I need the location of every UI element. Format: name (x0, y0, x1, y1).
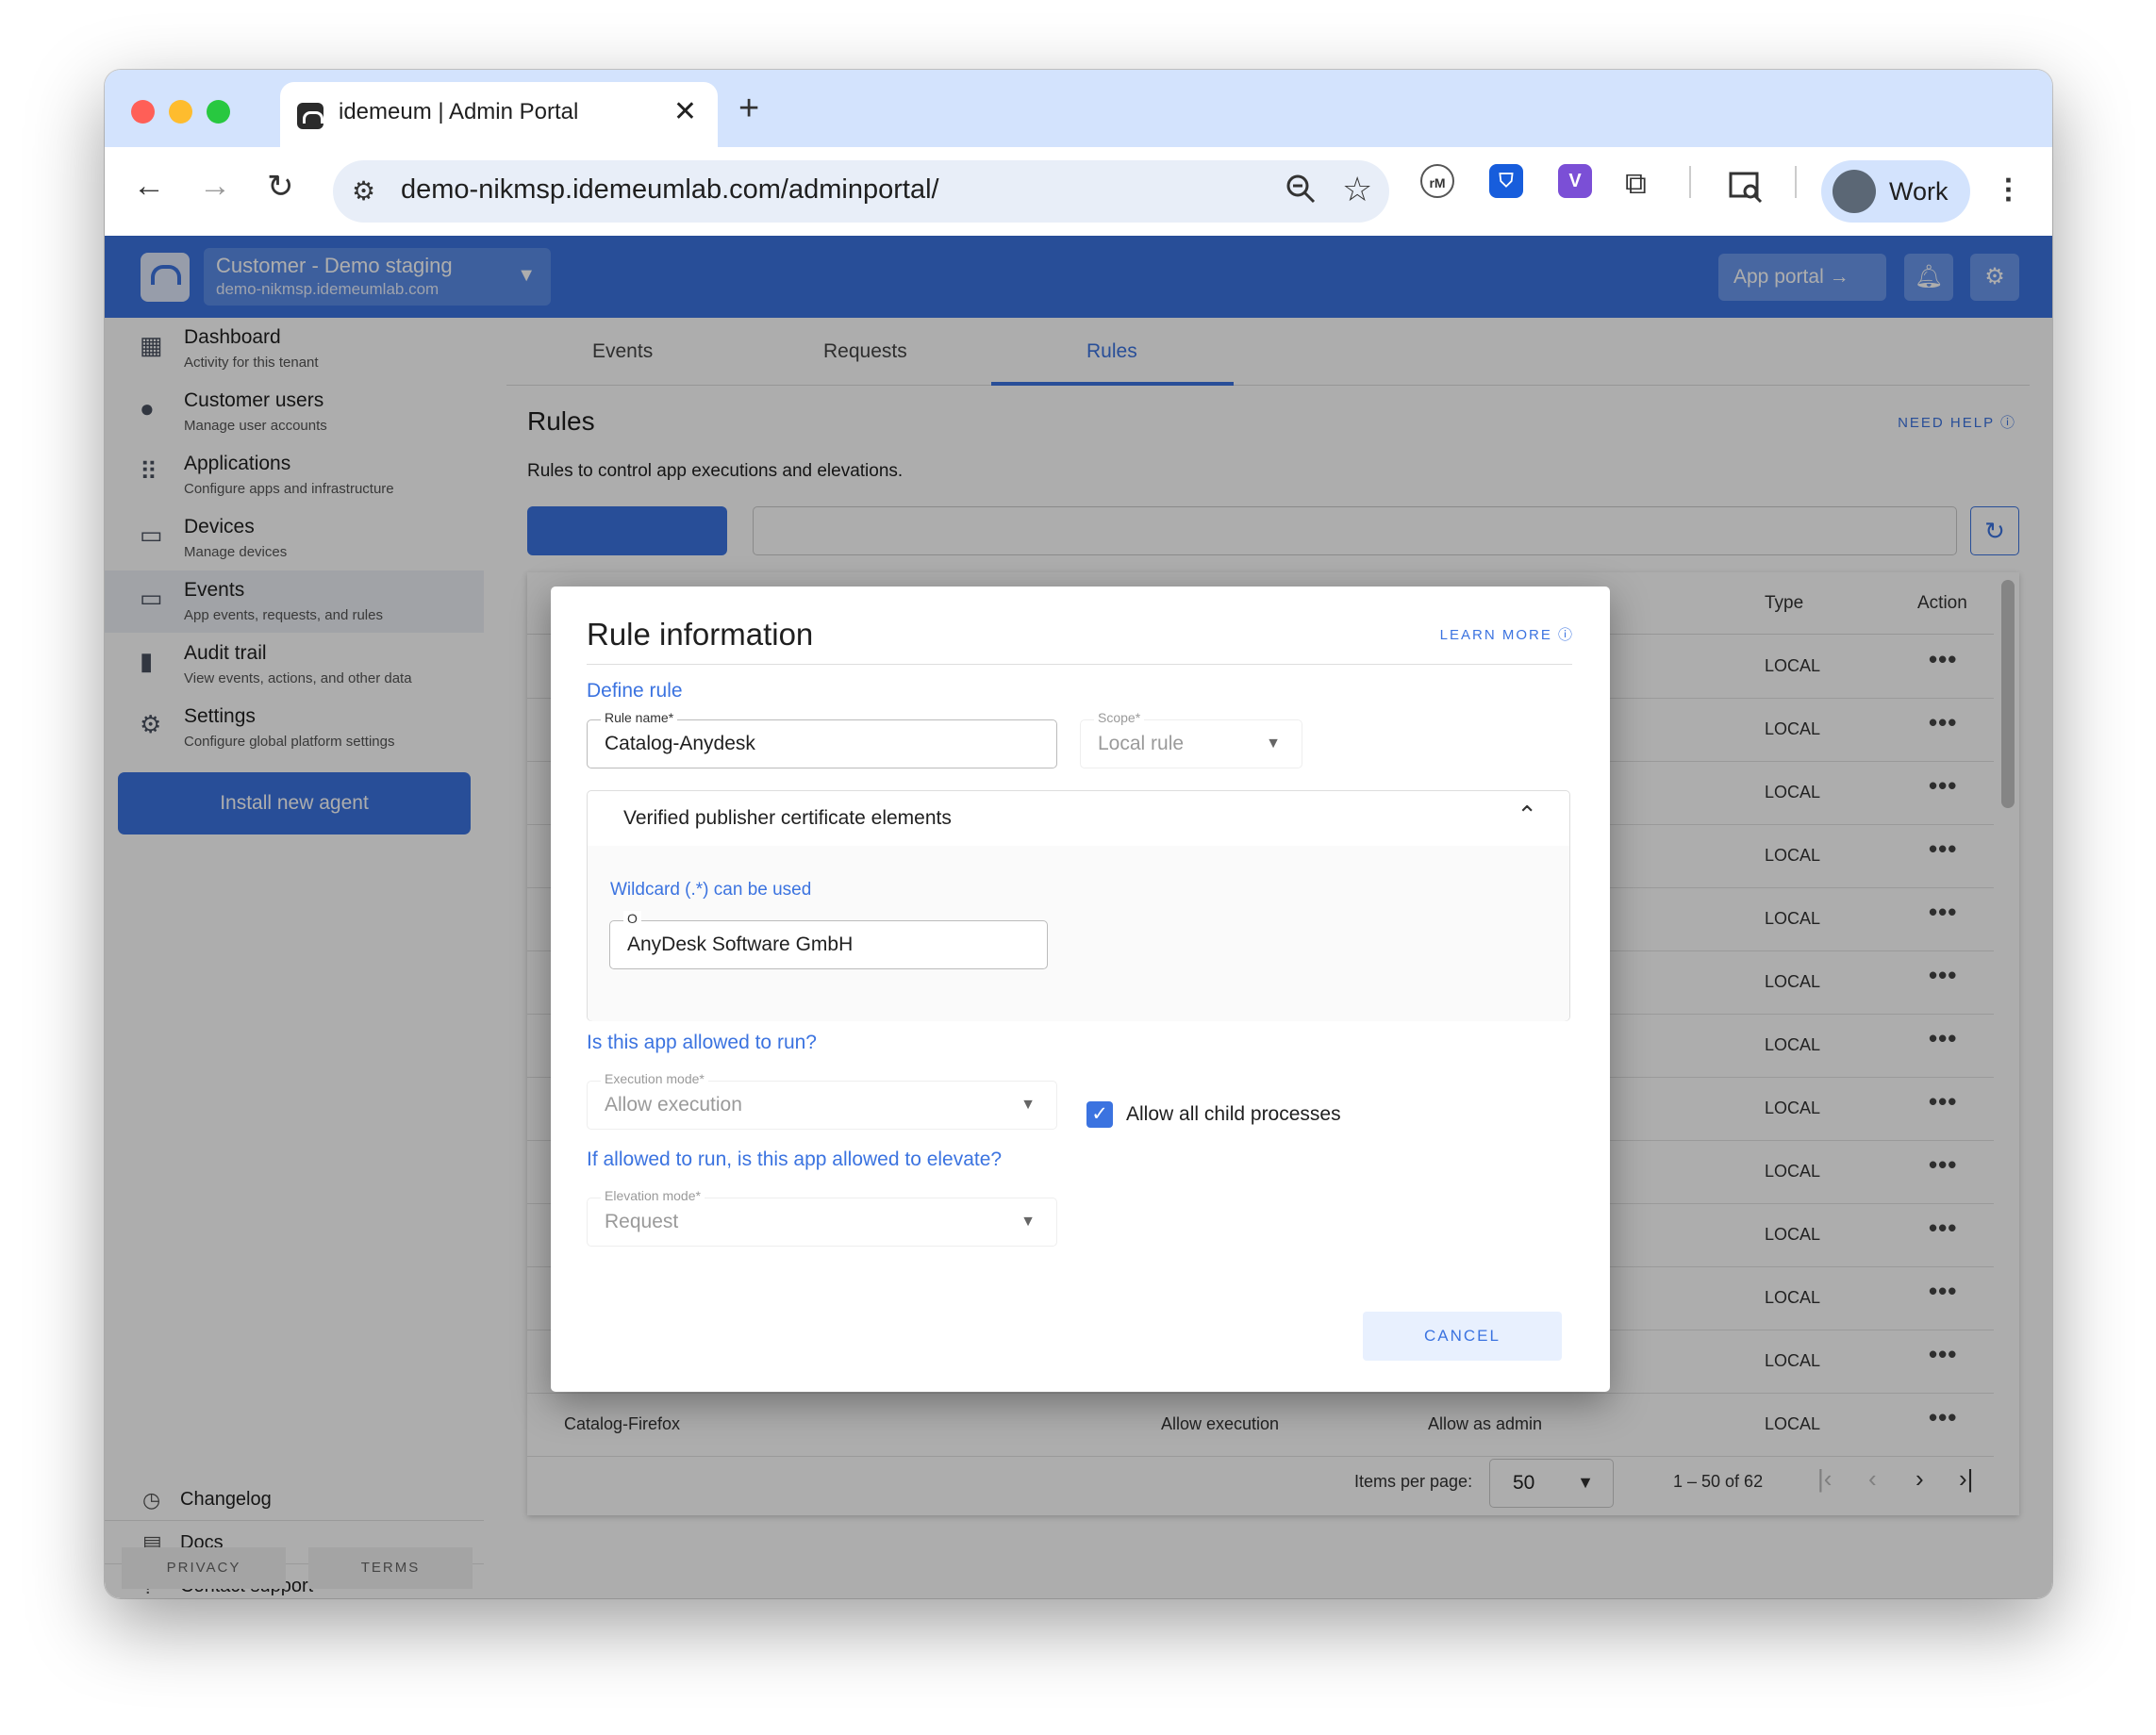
organization-field[interactable]: O AnyDesk Software GmbH (609, 911, 1048, 969)
close-window-button[interactable] (131, 100, 155, 124)
rule-name-label: Rule name* (601, 710, 678, 725)
wildcard-note: Wildcard (.*) can be used (610, 880, 812, 900)
rule-information-dialog: Rule information LEARN MORE ⓘ Define rul… (551, 587, 1610, 1392)
organization-value[interactable]: AnyDesk Software GmbH (627, 934, 853, 956)
toolbar-divider (1689, 166, 1691, 198)
chevron-down-icon: ▼ (1266, 735, 1281, 752)
v-extension-icon[interactable]: V (1558, 164, 1592, 198)
toolbar-divider (1795, 166, 1797, 198)
rule-name-value[interactable]: Catalog-Anydesk (605, 733, 755, 755)
zoom-icon[interactable] (1285, 172, 1318, 209)
elevation-mode-value: Request (605, 1211, 679, 1232)
maximize-window-button[interactable] (207, 100, 230, 124)
page-content: Customer - Demo staging demo-nikmsp.idem… (105, 236, 2052, 1598)
panel-header[interactable]: Verified publisher certificate elements … (588, 791, 1569, 846)
avatar (1833, 170, 1876, 213)
dialog-title: Rule information (587, 617, 814, 652)
bitwarden-extension-icon[interactable]: ⛉ (1489, 164, 1523, 198)
minimize-window-button[interactable] (169, 100, 192, 124)
tab-strip: idemeum | Admin Portal ✕ + (105, 70, 2052, 147)
panel-title: Verified publisher certificate elements (623, 807, 952, 829)
organization-label: O (623, 911, 641, 926)
chevron-down-icon: ▼ (1020, 1214, 1036, 1230)
execution-mode-label: Execution mode* (601, 1071, 708, 1086)
elevate-question-heading: If allowed to run, is this app allowed t… (587, 1148, 1003, 1170)
url-text[interactable]: demo-nikmsp.idemeumlab.com/adminportal/ (401, 174, 939, 206)
elevation-mode-select: Elevation mode* Request ▼ (587, 1188, 1057, 1247)
cancel-button[interactable]: CANCEL (1363, 1312, 1562, 1361)
rule-name-field[interactable]: Rule name* Catalog-Anydesk (587, 710, 1057, 768)
execution-mode-value: Allow execution (605, 1094, 742, 1115)
chevron-down-icon: ▼ (1020, 1097, 1036, 1113)
scope-label: Scope* (1094, 710, 1145, 725)
tab-close-icon[interactable]: ✕ (673, 95, 697, 128)
publisher-certificate-panel: Verified publisher certificate elements … (587, 790, 1570, 1021)
execution-mode-select: Execution mode* Allow execution ▼ (587, 1071, 1057, 1130)
scope-value: Local rule (1098, 733, 1185, 754)
tab-search-icon[interactable] (1729, 172, 1765, 204)
browser-tab[interactable]: idemeum | Admin Portal ✕ (280, 82, 718, 147)
learn-more-link[interactable]: LEARN MORE ⓘ (1440, 624, 1574, 644)
tab-title: idemeum | Admin Portal (339, 99, 579, 124)
forward-icon[interactable]: → (199, 168, 231, 205)
new-tab-icon[interactable]: + (738, 89, 759, 129)
run-question-heading: Is this app allowed to run? (587, 1032, 817, 1053)
allow-child-processes-label[interactable]: Allow all child processes (1126, 1103, 1341, 1126)
browser-window: idemeum | Admin Portal ✕ + ← → ↻ ⚙ demo-… (105, 70, 2052, 1598)
site-info-icon[interactable]: ⚙ (352, 175, 375, 207)
browser-menu-icon[interactable]: · · · (2004, 165, 2015, 214)
extensions-puzzle-icon[interactable]: ⧉ (1625, 166, 1647, 202)
profile-button[interactable]: Work (1821, 160, 1970, 223)
define-rule-heading: Define rule (587, 680, 683, 702)
address-bar[interactable]: ⚙ demo-nikmsp.idemeumlab.com/adminportal… (333, 160, 1389, 223)
chevron-up-icon[interactable]: ⌃ (1517, 801, 1537, 830)
scope-select: Scope* Local rule ▼ (1080, 710, 1302, 768)
profile-name: Work (1889, 177, 1949, 206)
learn-more-label: LEARN MORE (1439, 627, 1552, 643)
reload-icon[interactable]: ↻ (267, 168, 294, 206)
divider (587, 664, 1572, 665)
allow-child-processes-checkbox[interactable]: ✓ (1086, 1101, 1113, 1128)
back-icon[interactable]: ← (133, 168, 165, 205)
bookmark-star-icon[interactable]: ☆ (1342, 170, 1372, 209)
remarkable-extension-icon[interactable]: rM (1420, 164, 1454, 198)
idemeum-favicon-icon (297, 103, 323, 129)
browser-toolbar: ← → ↻ ⚙ demo-nikmsp.idemeumlab.com/admin… (105, 147, 2052, 236)
panel-body: Wildcard (.*) can be used O AnyDesk Soft… (588, 846, 1569, 1021)
elevation-mode-label: Elevation mode* (601, 1188, 705, 1203)
